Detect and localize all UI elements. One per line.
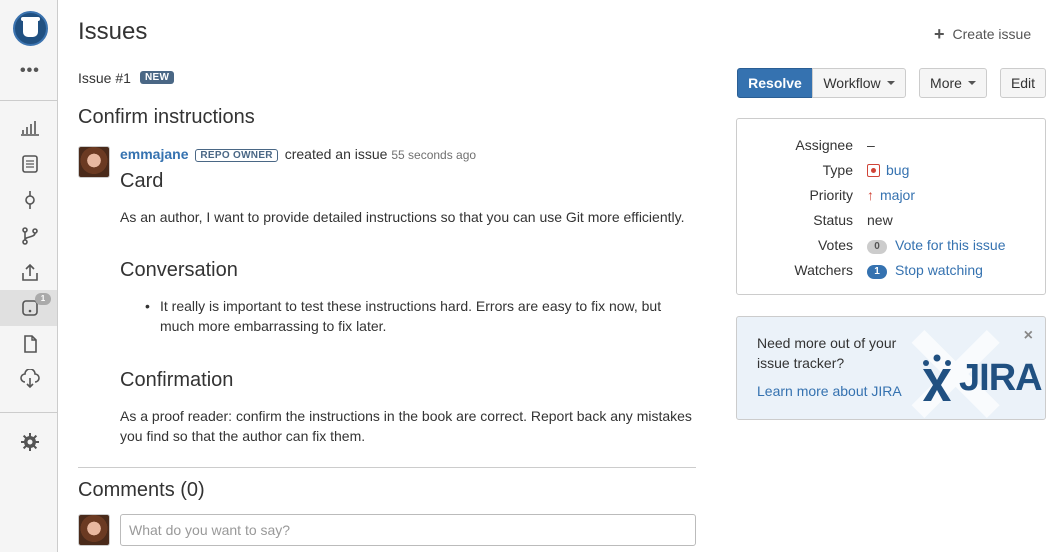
status-label: Status — [813, 212, 853, 228]
issue-action: created an issue — [284, 146, 388, 162]
assignee-label: Assignee — [795, 137, 853, 153]
wiki-icon[interactable] — [19, 333, 41, 355]
sidebar-divider — [0, 100, 57, 101]
sidebar: ••• 1 — [0, 0, 58, 552]
priority-row: Priority ↑ major — [737, 187, 1047, 207]
heading-card: Card — [120, 170, 164, 192]
priority-label: Priority — [809, 187, 853, 203]
chevron-down-icon — [967, 81, 976, 85]
heading-confirmation: Confirmation — [120, 369, 234, 391]
pull-requests-icon[interactable] — [19, 261, 41, 283]
comments-title: Comments (0) — [78, 479, 205, 501]
source-icon[interactable] — [19, 153, 41, 175]
issue-details-panel: Assignee – Type bug Priority ↑ major Stat… — [736, 118, 1046, 295]
overview-icon[interactable] — [19, 116, 41, 138]
issues-count-badge: 1 — [35, 293, 51, 305]
chevron-down-icon — [886, 81, 895, 85]
stop-watching-link[interactable]: Stop watching — [895, 262, 983, 278]
issue-meta: emmajane REPO OWNER created an issue 55 … — [120, 146, 476, 162]
status-badge: NEW — [140, 71, 175, 84]
type-label: Type — [822, 162, 853, 178]
arrow-up-icon: ↑ — [867, 187, 874, 203]
repo-owner-badge: REPO OWNER — [195, 149, 278, 162]
votes-count: 0 — [867, 240, 887, 254]
paragraph: As a proof reader: confirm the instructi… — [120, 408, 692, 444]
jira-logo-icon — [923, 354, 951, 401]
avatar[interactable] — [78, 146, 110, 178]
issue-title: Confirm instructions — [78, 106, 255, 128]
watchers-count: 1 — [867, 265, 887, 279]
more-dropdown[interactable]: More — [919, 68, 987, 98]
avatar — [78, 514, 110, 546]
close-icon[interactable]: × — [1024, 327, 1033, 345]
priority-link[interactable]: major — [880, 187, 915, 203]
settings-icon[interactable] — [19, 431, 41, 453]
workflow-label: Workflow — [823, 75, 881, 91]
author-link[interactable]: emmajane — [120, 146, 188, 162]
bitbucket-logo-icon[interactable] — [13, 11, 48, 46]
edit-button[interactable]: Edit — [1000, 68, 1046, 98]
votes-row: Votes 0 Vote for this issue — [737, 237, 1047, 257]
more-menu-icon[interactable]: ••• — [20, 62, 40, 80]
list-item: It really is important to test these ins… — [145, 296, 685, 336]
status-row: Status new — [737, 212, 1047, 232]
bug-icon — [867, 164, 880, 177]
jira-promo-text: Need more out of your issue tracker? — [757, 335, 897, 371]
workflow-dropdown[interactable]: Workflow — [812, 68, 906, 98]
type-link[interactable]: bug — [886, 162, 909, 178]
create-issue-label: Create issue — [952, 26, 1032, 42]
votes-label: Votes — [817, 237, 853, 253]
paragraph: As an author, I want to provide detailed… — [120, 209, 685, 225]
vote-link[interactable]: Vote for this issue — [895, 237, 1006, 253]
watchers-row: Watchers 1 Stop watching — [737, 262, 1047, 282]
downloads-icon[interactable] — [19, 368, 41, 390]
branches-icon[interactable] — [19, 225, 41, 247]
page-title: Issues — [78, 18, 148, 45]
jira-promo: ✕ Need more out of your issue tracker? L… — [736, 316, 1046, 420]
more-label: More — [930, 75, 962, 91]
plus-icon: + — [934, 24, 945, 44]
type-row: Type bug — [737, 162, 1047, 182]
sidebar-divider — [0, 412, 57, 413]
resolve-button[interactable]: Resolve — [737, 68, 813, 98]
assignee-row: Assignee – — [737, 137, 1047, 157]
jira-learn-more-link[interactable]: Learn more about JIRA — [757, 383, 902, 399]
create-issue-link[interactable]: + Create issue — [934, 24, 1031, 45]
issue-number: Issue #1 — [78, 70, 131, 86]
timestamp[interactable]: 55 seconds ago — [391, 148, 476, 162]
heading-conversation: Conversation — [120, 259, 238, 281]
commits-icon[interactable] — [19, 189, 41, 211]
divider — [78, 467, 696, 468]
watchers-label: Watchers — [794, 262, 853, 278]
comment-input[interactable] — [120, 514, 696, 546]
status-link[interactable]: new — [867, 212, 893, 228]
assignee-value: – — [867, 137, 875, 153]
jira-logo-word: JIRA — [959, 357, 1043, 399]
